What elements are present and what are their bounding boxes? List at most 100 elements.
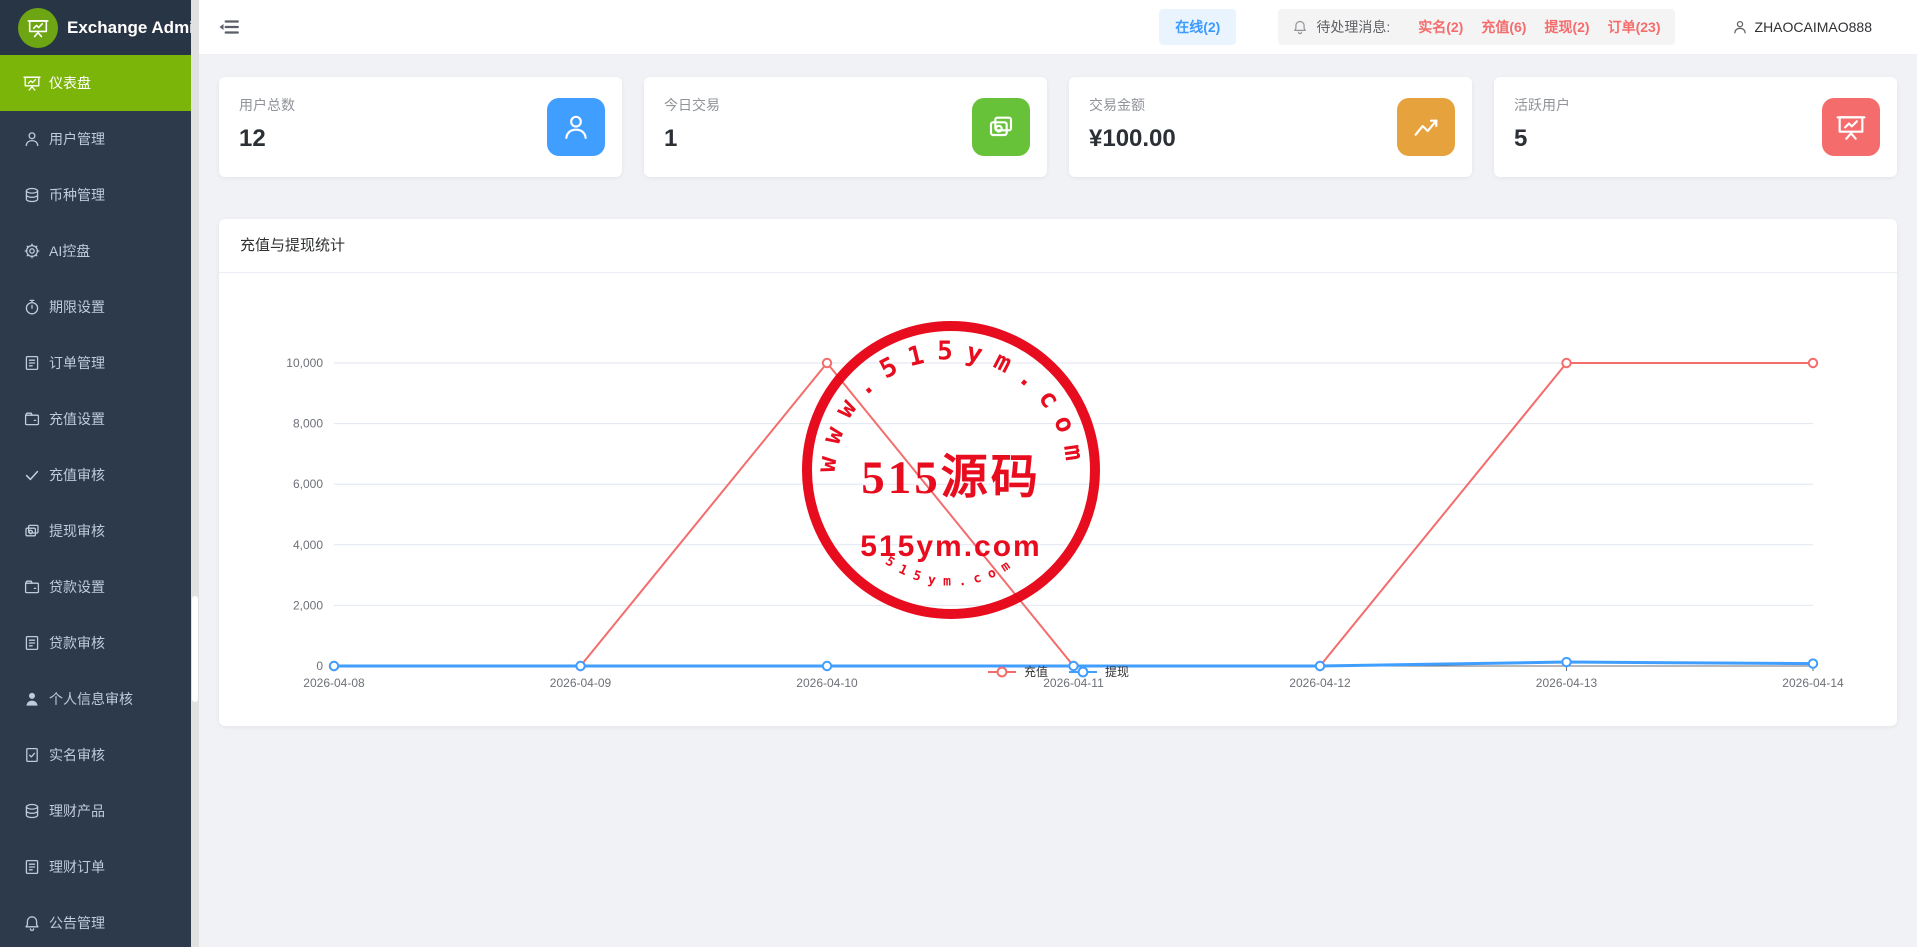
stat-card-iconbox	[972, 98, 1030, 156]
bell-icon	[23, 914, 41, 932]
sidebar-item-doc-check[interactable]: 实名审核	[0, 727, 191, 783]
y-tick-label: 2,000	[293, 598, 323, 612]
person-filled-icon	[23, 690, 41, 708]
sidebar-item-wallet[interactable]: 贷款设置	[0, 559, 191, 615]
sidebar-item-person-filled[interactable]: 个人信息审核	[0, 671, 191, 727]
chart-card: 充值与提现统计 02,0004,0006,0008,00010,0002026-…	[219, 219, 1897, 726]
pending-item[interactable]: 提现(2)	[1544, 19, 1589, 35]
top-header: 在线(2) 待处理消息: 实名(2) 充值(6) 提现(2) 订单(23) ZHAOC…	[199, 0, 1917, 55]
doc-check-icon	[23, 746, 41, 764]
sidebar-item-label: 币种管理	[49, 185, 105, 205]
money-check-icon	[23, 522, 41, 540]
sidebar-item-check[interactable]: 充值审核	[0, 447, 191, 503]
doc-icon	[23, 858, 41, 876]
y-tick-label: 0	[316, 659, 323, 673]
sidebar-item-money-check[interactable]: 提现审核	[0, 503, 191, 559]
sidebar-item-coins[interactable]: 理财产品	[0, 783, 191, 839]
user-icon	[1732, 19, 1748, 35]
bell-icon	[1292, 19, 1308, 35]
pending-item[interactable]: 订单(23)	[1608, 19, 1661, 35]
pending-item[interactable]: 实名(2)	[1418, 19, 1463, 35]
notification-bar: 待处理消息: 实名(2) 充值(6) 提现(2) 订单(23)	[1278, 9, 1674, 45]
legend-label: 充值	[1024, 663, 1048, 680]
x-tick-label: 2026-04-09	[550, 676, 612, 690]
sidebar-item-doc[interactable]: 理财订单	[0, 839, 191, 895]
sidebar-item-label: 实名审核	[49, 745, 105, 765]
stat-card-iconbox	[547, 98, 605, 156]
sidebar-item-label: 充值审核	[49, 465, 105, 485]
sidebar-item-board[interactable]: 仪表盘	[0, 55, 191, 111]
y-tick-label: 10,000	[286, 356, 323, 370]
sidebar-item-label: 提现审核	[49, 521, 105, 541]
sidebar-item-user[interactable]: 用户管理	[0, 111, 191, 167]
timer-icon	[23, 298, 41, 316]
sidebar-item-doc[interactable]: 贷款审核	[0, 615, 191, 671]
doc-icon	[23, 354, 41, 372]
legend-label: 提现	[1105, 663, 1129, 680]
board-icon	[23, 74, 41, 92]
check-icon	[23, 466, 41, 484]
pending-messages-label: 待处理消息:	[1316, 17, 1390, 37]
sidebar-item-coins[interactable]: 币种管理	[0, 167, 191, 223]
bell-icon	[23, 914, 41, 932]
data-point	[330, 662, 338, 670]
page-content: 用户总数12今日交易1交易金额¥100.00活跃用户5 充值与提现统计 02,0…	[199, 55, 1917, 748]
data-point	[576, 662, 584, 670]
board-icon	[1836, 112, 1866, 142]
data-point	[1809, 659, 1817, 667]
x-tick-label: 2026-04-12	[1289, 676, 1351, 690]
y-tick-label: 4,000	[293, 538, 323, 552]
doc-icon	[23, 858, 41, 876]
app-logo-row: Exchange Admin	[0, 0, 191, 55]
money-check-icon	[23, 522, 41, 540]
doc-icon	[23, 634, 41, 652]
pending-item[interactable]: 充值(6)	[1481, 19, 1526, 35]
sidebar-item-label: 贷款设置	[49, 577, 105, 597]
data-point	[823, 359, 831, 367]
sidebar-item-bell[interactable]: 公告管理	[0, 895, 191, 947]
wallet-icon	[23, 578, 41, 596]
stat-cards-row: 用户总数12今日交易1交易金额¥100.00活跃用户5	[219, 77, 1897, 177]
person-filled-icon	[23, 690, 41, 708]
y-tick-label: 8,000	[293, 417, 323, 431]
wallet-icon	[23, 578, 41, 596]
doc-icon	[23, 354, 41, 372]
doc-check-icon	[23, 746, 41, 764]
data-point	[1316, 662, 1324, 670]
sidebar-item-label: 理财订单	[49, 857, 105, 877]
wallet-icon	[23, 410, 41, 428]
topbar-right: 在线(2) 待处理消息: 实名(2) 充值(6) 提现(2) 订单(23) ZHAOC…	[1159, 9, 1872, 45]
series-line-充值	[334, 363, 1813, 666]
sidebar-fold-icon[interactable]	[218, 16, 240, 38]
stat-card: 今日交易1	[644, 77, 1047, 177]
stat-card-iconbox	[1397, 98, 1455, 156]
sidebar-item-gear[interactable]: AI控盘	[0, 223, 191, 279]
timer-icon	[23, 298, 41, 316]
sidebar-scrollbar-track[interactable]	[191, 0, 199, 947]
chart-legend: 充值 提现	[987, 663, 1129, 680]
coins-icon	[23, 186, 41, 204]
sidebar-item-wallet[interactable]: 充值设置	[0, 391, 191, 447]
sidebar-item-label: 期限设置	[49, 297, 105, 317]
sidebar-scrollbar-thumb[interactable]	[192, 596, 198, 702]
sidebar-item-doc[interactable]: 订单管理	[0, 335, 191, 391]
sidebar-item-label: 订单管理	[49, 353, 105, 373]
doc-icon	[23, 634, 41, 652]
y-tick-label: 6,000	[293, 477, 323, 491]
coins-icon	[23, 802, 41, 820]
user-icon	[23, 130, 41, 148]
user-icon	[561, 112, 591, 142]
legend-item-充值[interactable]: 充值	[987, 663, 1048, 680]
money-check-icon	[986, 112, 1016, 142]
online-badge[interactable]: 在线(2)	[1159, 9, 1236, 45]
sidebar-item-label: 个人信息审核	[49, 689, 133, 709]
user-menu[interactable]: ZHAOCAIMAO888	[1732, 19, 1872, 35]
legend-item-提现[interactable]: 提现	[1068, 663, 1129, 680]
x-tick-label: 2026-04-13	[1536, 676, 1598, 690]
data-point	[823, 662, 831, 670]
sidebar-item-timer[interactable]: 期限设置	[0, 279, 191, 335]
legend-marker	[987, 666, 1017, 678]
board-icon	[23, 74, 41, 92]
gear-icon	[23, 242, 41, 260]
line-chart: 02,0004,0006,0008,00010,0002026-04-08202…	[219, 273, 1897, 725]
